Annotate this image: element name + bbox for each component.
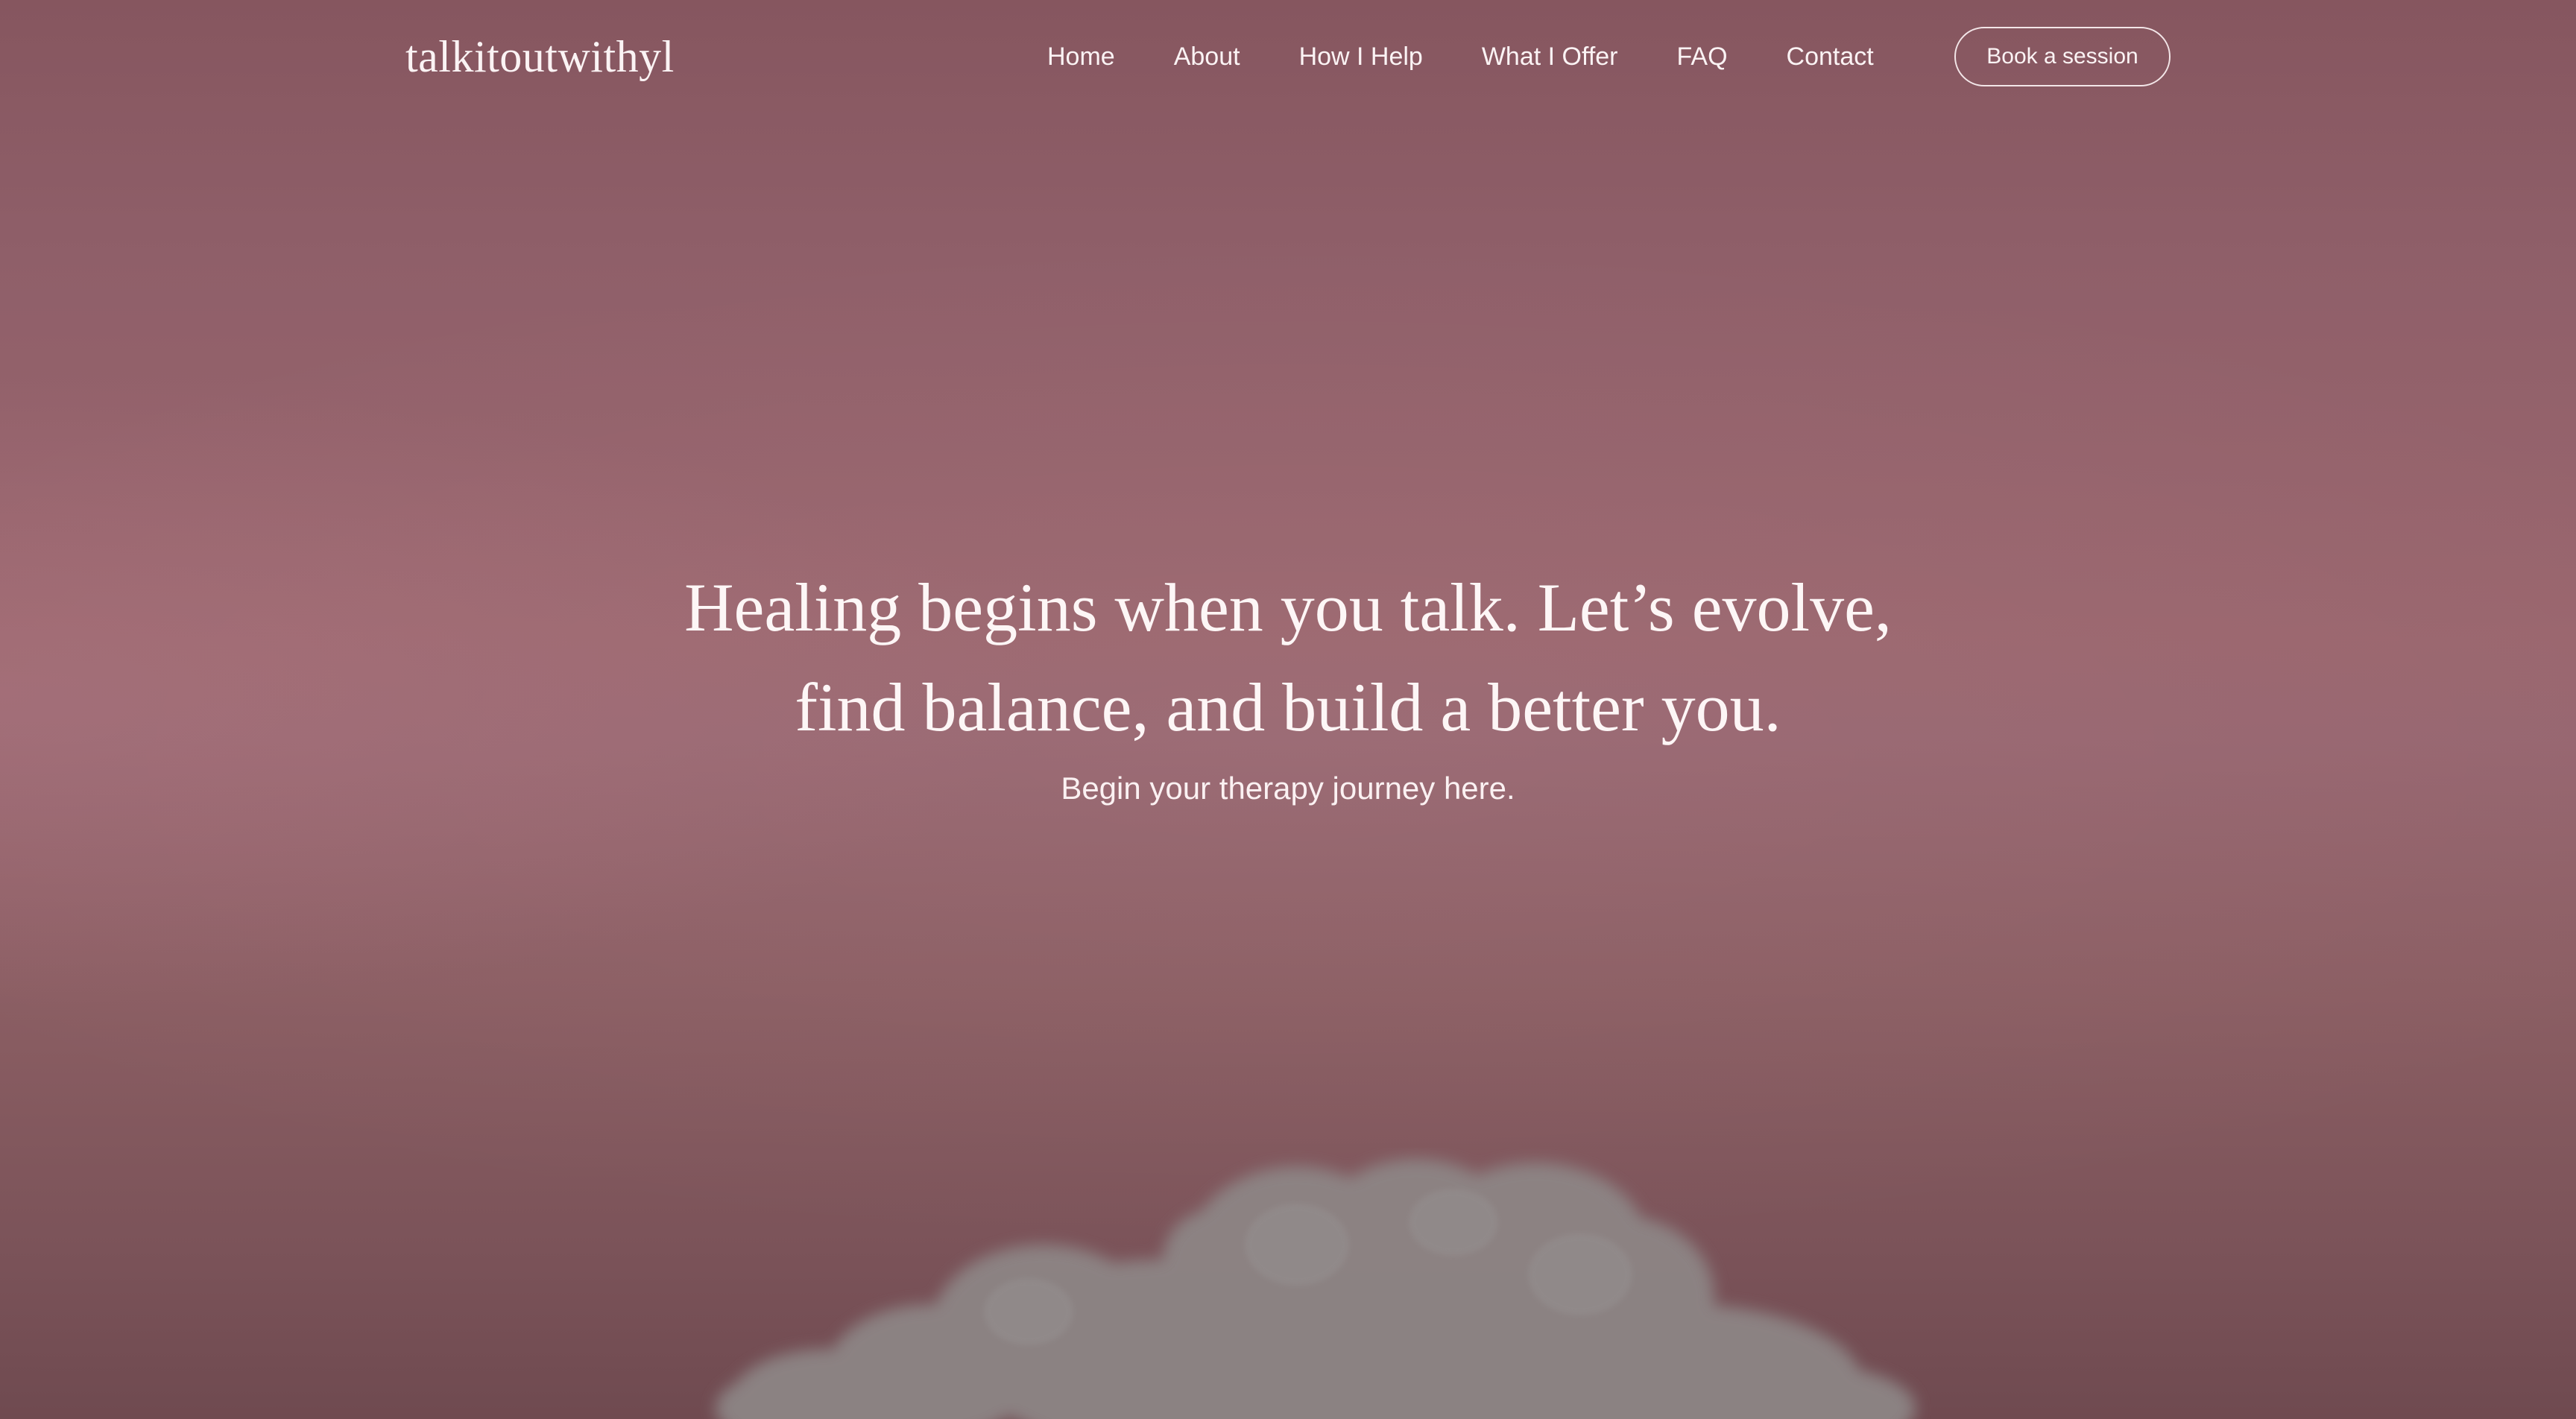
nav-link-contact[interactable]: Contact	[1787, 34, 1874, 79]
site-logo[interactable]: talkitoutwithyl	[405, 25, 675, 88]
cloud-image	[716, 1159, 1916, 1419]
site-header: talkitoutwithyl Home About How I Help Wh…	[0, 0, 2576, 119]
nav-link-faq[interactable]: FAQ	[1677, 34, 1728, 79]
book-session-button[interactable]: Book a session	[1954, 27, 2171, 86]
hero-headline-line-2: find balance, and build a better you.	[795, 669, 1781, 745]
nav-link-how-i-help[interactable]: How I Help	[1299, 34, 1423, 79]
nav-link-about[interactable]: About	[1174, 34, 1240, 79]
hero-headline: Healing begins when you talk. Let’s evol…	[543, 557, 2033, 757]
hero-subheadline: Begin your therapy journey here.	[1061, 771, 1515, 806]
hero-headline-line-1: Healing begins when you talk. Let’s evol…	[684, 569, 1892, 645]
nav-link-what-i-offer[interactable]: What I Offer	[1482, 34, 1618, 79]
nav-link-home[interactable]: Home	[1047, 34, 1115, 79]
main-navigation: Home About How I Help What I Offer FAQ C…	[1047, 34, 1874, 79]
